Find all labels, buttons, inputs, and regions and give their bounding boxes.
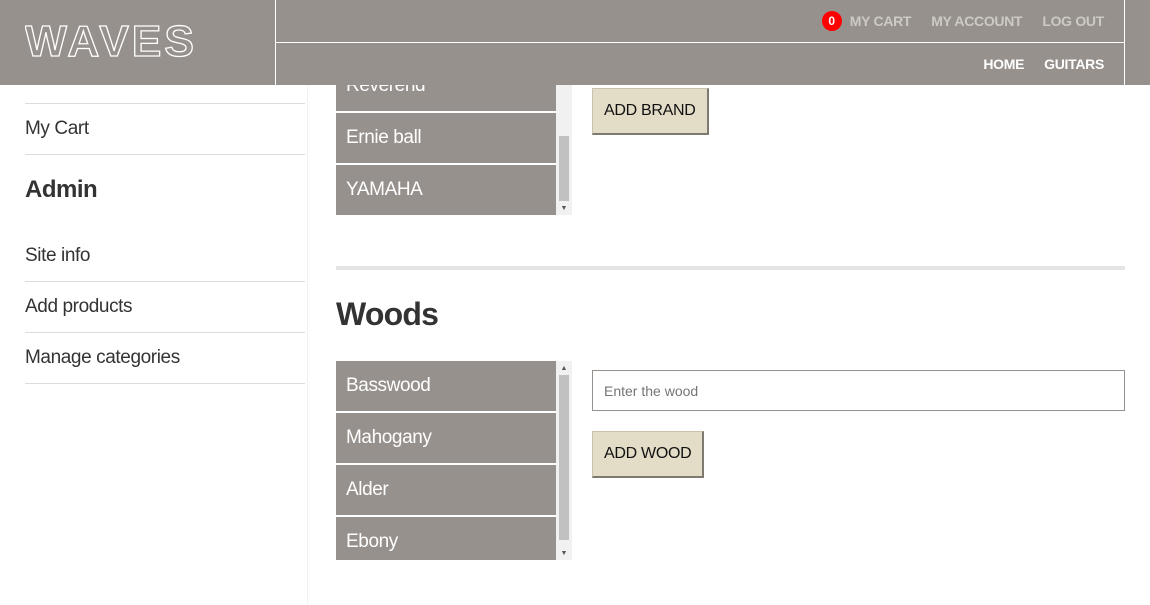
list-item-label: Ebony	[346, 531, 398, 552]
sidebar-item-site-info[interactable]: Site info	[25, 231, 305, 282]
svg-text:WAVES: WAVES	[25, 20, 197, 62]
header-nav: 0 MY CART MY ACCOUNT LOG OUT HOME GUITAR…	[276, 0, 1125, 85]
cart-count-badge: 0	[821, 11, 842, 31]
list-item[interactable]: Alder	[336, 465, 556, 515]
woods-list[interactable]: Basswood Mahogany Alder Ebony ▲ ▼	[336, 361, 572, 560]
scroll-down-arrow-icon[interactable]: ▼	[556, 201, 572, 215]
add-wood-button[interactable]: ADD WOOD	[592, 431, 705, 478]
woods-scrollbar[interactable]: ▲ ▼	[556, 361, 572, 560]
sidebar-item-label: Add products	[25, 296, 133, 317]
scroll-down-arrow-icon[interactable]: ▼	[556, 546, 572, 560]
my-cart-label: MY CART	[849, 13, 912, 29]
guitars-link[interactable]: GUITARS	[1044, 56, 1104, 72]
list-item-label: YAMAHA	[346, 179, 423, 200]
sidebar-item-add-products[interactable]: Add products	[25, 282, 305, 333]
list-item[interactable]: Basswood	[336, 361, 556, 411]
wood-name-input[interactable]	[592, 370, 1125, 411]
list-item[interactable]: Mahogany	[336, 413, 556, 463]
my-account-link[interactable]: MY ACCOUNT	[931, 13, 1022, 29]
sidebar: User information My Cart Admin Site info…	[0, 0, 308, 605]
admin-heading: Admin	[25, 176, 98, 203]
list-item-label: Ernie ball	[346, 127, 422, 148]
waves-logo-icon: WAVES WAVES	[25, 20, 197, 62]
list-item[interactable]: Ebony	[336, 517, 556, 560]
section-divider	[336, 266, 1125, 270]
woods-title: Woods	[336, 296, 439, 332]
logo[interactable]: WAVES WAVES	[0, 0, 276, 85]
list-item[interactable]: YAMAHA	[336, 165, 556, 215]
scroll-up-arrow-icon[interactable]: ▲	[556, 361, 572, 375]
home-link[interactable]: HOME	[983, 56, 1024, 72]
add-brand-button[interactable]: ADD BRAND	[592, 88, 709, 135]
header-top-nav: 0 MY CART MY ACCOUNT LOG OUT	[276, 0, 1124, 43]
sidebar-item-label: Manage categories	[25, 347, 180, 368]
sidebar-item-label: Site info	[25, 245, 91, 266]
site-header: WAVES WAVES 0 MY CART MY ACCOUNT LOG OUT…	[0, 0, 1150, 85]
list-item-label: Mahogany	[346, 427, 432, 448]
sidebar-item-manage-categories[interactable]: Manage categories	[25, 333, 305, 384]
list-item-label: Basswood	[346, 375, 431, 396]
log-out-link[interactable]: LOG OUT	[1042, 13, 1104, 29]
list-item-label: Alder	[346, 479, 389, 500]
header-bottom-nav: HOME GUITARS	[276, 43, 1124, 85]
woods-scrollbar-thumb[interactable]	[559, 375, 569, 540]
my-cart-link[interactable]: 0 MY CART	[821, 11, 912, 31]
sidebar-item-my-cart[interactable]: My Cart	[25, 104, 305, 155]
brands-scrollbar-thumb[interactable]	[559, 136, 569, 201]
sidebar-item-label: My Cart	[25, 118, 89, 139]
list-item[interactable]: Ernie ball	[336, 113, 556, 163]
